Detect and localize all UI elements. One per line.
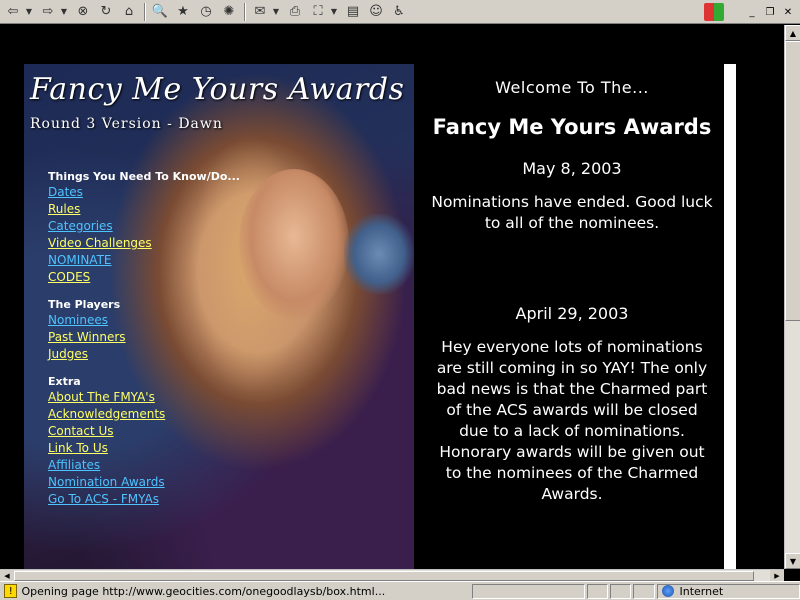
back-dropdown-icon[interactable]: ▼ <box>25 2 33 22</box>
nav-heading: The Players <box>48 298 121 311</box>
nav-link[interactable]: Dates <box>48 184 248 201</box>
update-text: Nominations have ended. Good luck to all… <box>431 193 713 232</box>
warning-icon: ! <box>4 584 18 598</box>
windows-logo-icon <box>704 3 724 21</box>
mail-icon[interactable]: ✉ <box>249 2 271 22</box>
nav-link[interactable]: Nomination Awards <box>48 474 248 491</box>
toolbar-separator <box>144 2 146 21</box>
site-navigation: Things You Need To Know/Do... Dates Rules C… <box>48 170 248 520</box>
nav-link[interactable]: About The FMYA's <box>48 389 248 406</box>
welcome-text: Welcome To The... <box>495 78 649 97</box>
nav-link[interactable]: Contact Us <box>48 423 248 440</box>
forward-dropdown-icon[interactable]: ▼ <box>60 2 68 22</box>
restore-button[interactable]: ❐ <box>762 5 778 19</box>
nav-link[interactable]: Affiliates <box>48 457 248 474</box>
portrait-face <box>239 169 349 319</box>
print-icon[interactable]: ⎙ <box>284 2 306 22</box>
update-text: Hey everyone lots of nominations are sti… <box>436 338 708 503</box>
refresh-icon[interactable]: ↻ <box>95 2 117 22</box>
status-cell <box>633 583 655 599</box>
mail-dropdown-icon[interactable]: ▼ <box>272 2 280 22</box>
forward-icon[interactable]: ⇨ <box>37 2 59 22</box>
status-cell <box>587 583 609 599</box>
status-cell <box>610 583 632 599</box>
nav-link[interactable]: Acknowledgements <box>48 406 248 423</box>
fullscreen-icon[interactable]: ⛶ <box>307 2 329 22</box>
nav-group: The Players Nominees Past Winners Judges <box>48 298 248 363</box>
scroll-down-arrow-icon[interactable]: ▼ <box>785 553 800 569</box>
back-icon[interactable]: ⇦ <box>2 2 24 22</box>
messenger-icon[interactable]: ☺ <box>365 2 387 22</box>
update-date: April 29, 2003 <box>515 304 629 323</box>
vertical-scroll-thumb[interactable] <box>785 41 800 321</box>
browser-toolbar: ⇦ ▼ ⇨ ▼ ⊗ ↻ ⌂ 🔍 ★ ◷ ✺ ✉ ▼ ⎙ ⛶ ▼ ▤ ☺ ♿ _ … <box>0 0 800 24</box>
scroll-up-arrow-icon[interactable]: ▲ <box>785 25 800 41</box>
horizontal-scrollbar[interactable]: ◀ ▶ <box>0 569 784 582</box>
page-title: Fancy Me Yours Awards <box>432 115 712 139</box>
nav-link[interactable]: Judges <box>48 346 248 363</box>
zone-label: Internet <box>679 584 724 598</box>
nav-heading: Extra <box>48 375 81 388</box>
nav-link[interactable]: Go To ACS - FMYAs <box>48 491 248 508</box>
close-button[interactable]: ✕ <box>780 5 796 19</box>
status-text: Opening page http://www.geocities.com/on… <box>21 584 386 598</box>
window-controls: _ ❐ ✕ <box>704 0 800 24</box>
toolbar-separator <box>244 2 246 21</box>
security-zone: Internet <box>656 583 800 599</box>
progress-bar <box>472 583 586 599</box>
search-icon[interactable]: 🔍 <box>149 2 171 22</box>
nav-link[interactable]: NOMINATE <box>48 252 248 269</box>
home-icon[interactable]: ⌂ <box>118 2 140 22</box>
nav-link[interactable]: Past Winners <box>48 329 248 346</box>
edit-icon[interactable]: ▤ <box>342 2 364 22</box>
stop-icon[interactable]: ⊗ <box>72 2 94 22</box>
channels-icon[interactable]: ✺ <box>218 2 240 22</box>
nav-link[interactable]: Video Challenges <box>48 235 248 252</box>
horizontal-scroll-thumb[interactable] <box>14 571 754 581</box>
nav-link[interactable]: Link To Us <box>48 440 248 457</box>
nav-link[interactable]: Nominees <box>48 312 248 329</box>
favorites-icon[interactable]: ★ <box>172 2 194 22</box>
nav-link[interactable]: CODES <box>48 269 248 286</box>
minimize-button[interactable]: _ <box>744 5 760 19</box>
update-date: May 8, 2003 <box>522 159 622 178</box>
decorative-bar <box>724 64 736 569</box>
web-page: Fancy Me Yours Awards Round 3 Version - … <box>0 25 784 569</box>
accessibility-icon[interactable]: ♿ <box>388 2 410 22</box>
history-icon[interactable]: ◷ <box>195 2 217 22</box>
nav-link[interactable]: Categories <box>48 218 248 235</box>
vertical-scrollbar[interactable]: ▲ ▼ <box>784 25 800 569</box>
fullscreen-dropdown-icon[interactable]: ▼ <box>330 2 338 22</box>
nav-link[interactable]: Rules <box>48 201 248 218</box>
status-bar: ! Opening page http://www.geocities.com/… <box>0 581 800 600</box>
nav-group: Things You Need To Know/Do... Dates Rules C… <box>48 170 248 286</box>
banner-image: Fancy Me Yours Awards Round 3 Version - … <box>24 64 414 569</box>
news-column: Welcome To The... Fancy Me Yours Awards … <box>424 64 720 569</box>
banner-title: Fancy Me Yours Awards <box>30 72 405 107</box>
globe-icon <box>661 585 674 597</box>
flower-image <box>344 214 414 294</box>
nav-heading: Things You Need To Know/Do... <box>48 170 240 183</box>
nav-group: Extra About The FMYA's Acknowledgements Con… <box>48 375 248 508</box>
banner-subtitle: Round 3 Version - Dawn <box>30 116 223 132</box>
